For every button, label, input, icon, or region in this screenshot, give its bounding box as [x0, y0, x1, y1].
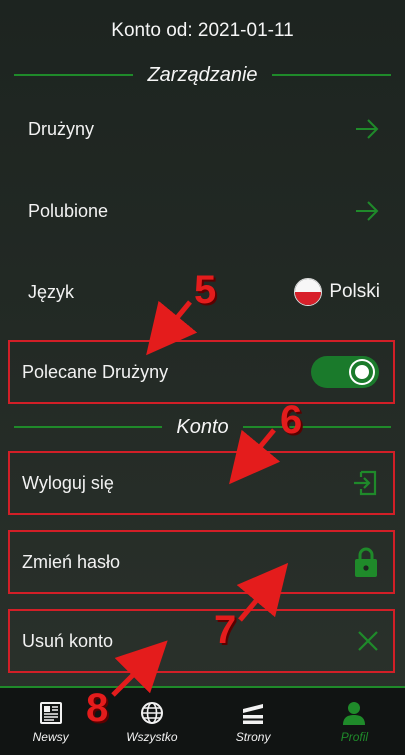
annotation-number-7: 7	[214, 608, 237, 652]
delete-account-row[interactable]: Usuń konto	[8, 609, 395, 673]
delete-account-label: Usuń konto	[22, 630, 114, 651]
language-label: Język	[28, 281, 75, 302]
nav-label-all: Wszystko	[126, 729, 178, 744]
annotation-number-6: 6	[280, 398, 303, 442]
arrow-right-icon	[356, 119, 379, 139]
liked-row[interactable]: Polubione	[14, 185, 394, 237]
close-icon	[358, 631, 378, 651]
nav-item-all[interactable]: Wszystko	[107, 700, 197, 744]
section-account: Konto	[0, 412, 405, 442]
nav-item-pages[interactable]: Strony	[208, 700, 298, 744]
poland-flag-icon	[294, 278, 323, 306]
nav-item-profile[interactable]: Profil	[309, 700, 399, 744]
divider-line	[14, 426, 163, 428]
recommended-teams-label: Polecane Drużyny	[22, 361, 169, 382]
recommended-teams-toggle[interactable]	[311, 356, 379, 388]
nav-label-pages: Strony	[235, 729, 271, 744]
toggle-knob	[351, 361, 373, 383]
nav-label-news: Newsy	[32, 729, 69, 744]
teams-row[interactable]: Drużyny	[14, 103, 394, 155]
nav-label-profile: Profil	[340, 729, 369, 744]
logout-row[interactable]: Wyloguj się	[8, 451, 395, 515]
arrow-right-icon	[356, 201, 379, 221]
section-title-management: Zarządzanie	[147, 63, 258, 86]
bottom-navigation: Newsy Wszystko Strony Profil	[0, 686, 405, 755]
liked-label: Polubione	[28, 200, 109, 221]
nav-item-news[interactable]: Newsy	[6, 700, 96, 744]
annotation-number-5: 5	[194, 268, 217, 312]
logout-icon	[354, 470, 377, 496]
pages-icon	[243, 703, 264, 724]
section-management: Zarządzanie	[0, 60, 405, 90]
account-since-text: Konto od: 2021-01-11	[111, 20, 294, 41]
annotation-number-8: 8	[86, 686, 109, 730]
language-selector[interactable]: Polski	[294, 278, 380, 306]
user-icon	[343, 701, 366, 725]
lock-icon	[355, 547, 377, 577]
globe-icon	[140, 701, 163, 724]
section-title-account: Konto	[176, 415, 229, 438]
divider-line	[271, 74, 391, 76]
recommended-teams-row: Polecane Drużyny	[8, 340, 395, 404]
logout-label: Wyloguj się	[22, 472, 114, 493]
newspaper-icon	[39, 701, 62, 724]
change-password-label: Zmień hasło	[22, 551, 121, 572]
language-value: Polski	[329, 281, 380, 302]
divider-line	[242, 426, 392, 428]
change-password-row[interactable]: Zmień hasło	[8, 530, 395, 594]
divider-line	[14, 74, 134, 76]
teams-label: Drużyny	[28, 118, 95, 139]
